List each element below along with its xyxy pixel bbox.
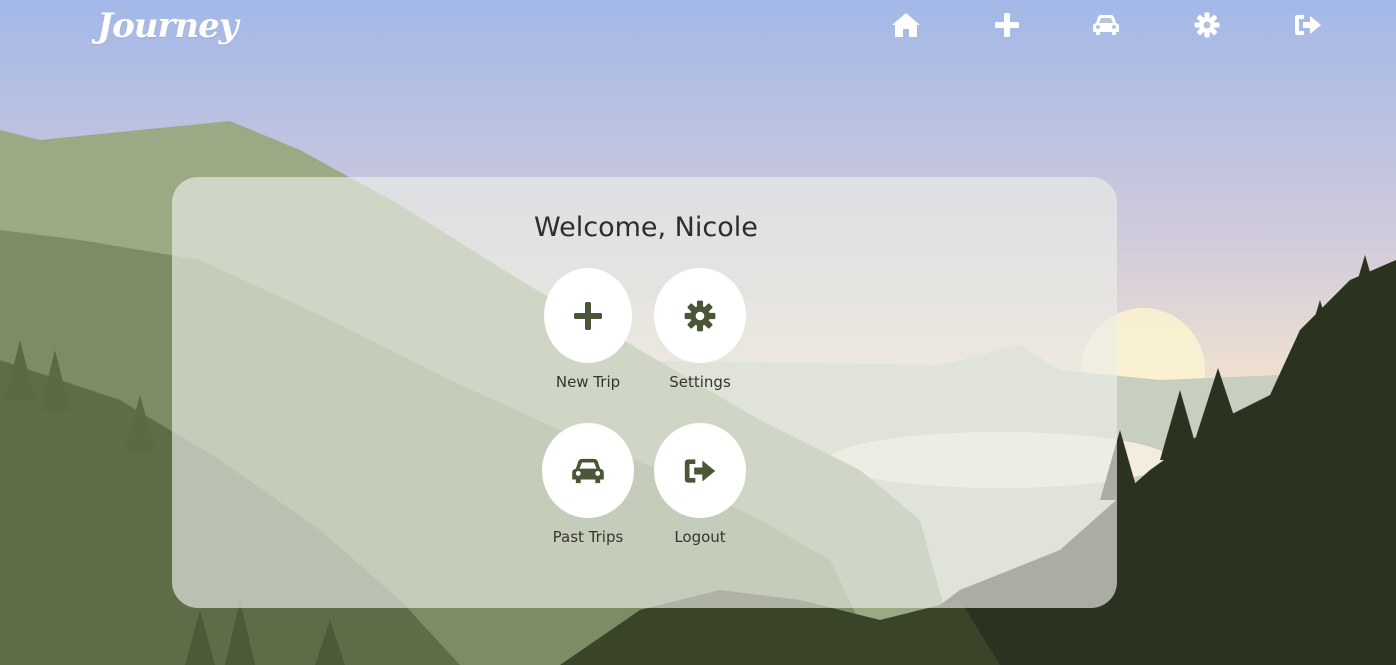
logout-icon — [684, 458, 716, 483]
past-trips-label: Past Trips — [552, 528, 624, 546]
plus-icon — [574, 301, 602, 330]
plus-icon — [995, 13, 1019, 37]
car-icon — [1093, 15, 1119, 35]
settings-action[interactable]: Settings — [635, 268, 765, 391]
logout-icon — [1295, 15, 1321, 35]
new-trip-button[interactable] — [544, 268, 632, 363]
gear-icon — [684, 300, 716, 331]
car-icon — [572, 458, 604, 483]
welcome-heading: Welcome, Nicole — [534, 212, 758, 243]
new-trip-action[interactable]: New Trip — [523, 268, 653, 391]
nav-new-trip-button[interactable] — [991, 9, 1023, 41]
logout-label: Logout — [674, 528, 726, 546]
settings-button[interactable] — [654, 268, 746, 363]
past-trips-action[interactable]: Past Trips — [523, 423, 653, 546]
page: Journey Welcome, Nicole New Trip Setting… — [0, 0, 1396, 665]
home-icon — [892, 13, 920, 37]
nav-logout-button[interactable] — [1292, 9, 1324, 41]
logout-action[interactable]: Logout — [635, 423, 765, 546]
past-trips-button[interactable] — [542, 423, 634, 518]
settings-label: Settings — [669, 373, 731, 391]
logout-button[interactable] — [654, 423, 746, 518]
new-trip-label: New Trip — [555, 373, 621, 391]
nav-past-trips-button[interactable] — [1090, 9, 1122, 41]
nav-settings-button[interactable] — [1191, 9, 1223, 41]
gear-icon — [1194, 12, 1220, 38]
nav-home-button[interactable] — [890, 9, 922, 41]
top-navigation — [0, 9, 1396, 41]
